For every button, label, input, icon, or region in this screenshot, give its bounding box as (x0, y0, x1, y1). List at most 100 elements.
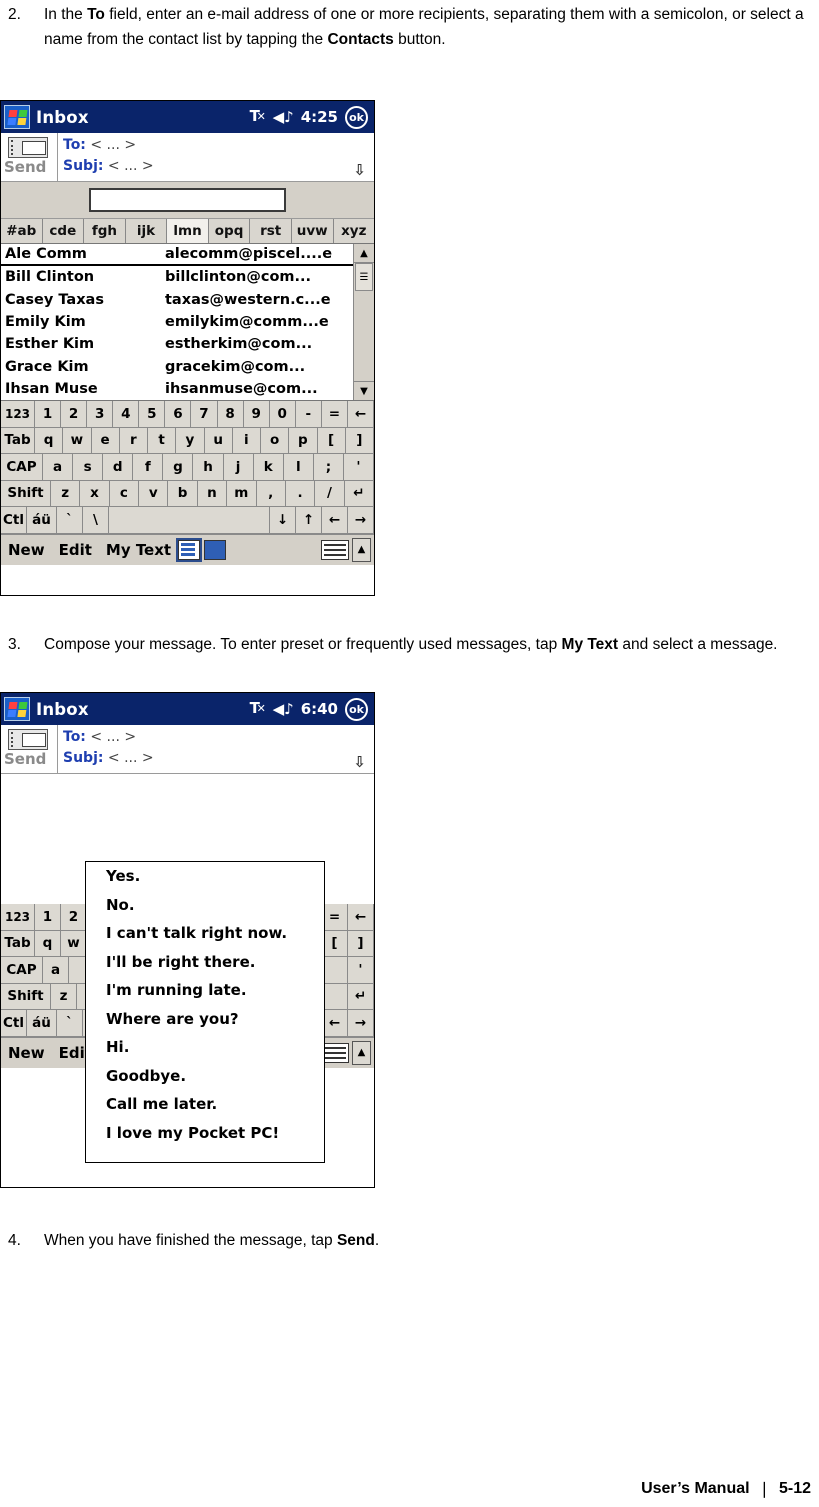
scrollbar-thumb[interactable]: ☰ (355, 263, 373, 291)
key-q[interactable]: q (35, 427, 64, 453)
chevron-double-down-icon[interactable]: ⇩ (353, 161, 366, 179)
key-k[interactable]: k (253, 454, 284, 480)
contact-row[interactable]: Imran Commu imran@communi... e (1, 400, 374, 401)
key-equals[interactable]: = (322, 904, 348, 930)
key-ctl[interactable]: Ctl (1, 507, 27, 533)
my-text-item[interactable]: I can't talk right now. (86, 919, 324, 948)
emoticon-icon[interactable] (204, 539, 227, 560)
key-123[interactable]: 123 (1, 904, 35, 930)
key-z[interactable]: z (51, 983, 77, 1009)
titlebar-clock[interactable]: 4:25 (301, 108, 338, 126)
contact-list-scrollbar[interactable]: ▲ ☰ ▼ (353, 244, 374, 400)
my-text-item[interactable]: Call me later. (86, 1090, 324, 1119)
key-backspace[interactable]: ← (348, 904, 374, 930)
key-cap[interactable]: CAP (1, 957, 43, 983)
to-field-row[interactable]: To: < ... > (63, 727, 374, 748)
chevron-up-icon[interactable]: ▲ (352, 537, 371, 562)
key-s[interactable]: s (73, 454, 104, 480)
key-enter[interactable]: ↵ (348, 983, 374, 1009)
key-x[interactable]: x (80, 480, 110, 506)
contact-search-input[interactable] (89, 188, 286, 212)
key-h[interactable]: h (193, 454, 224, 480)
key-8[interactable]: 8 (217, 401, 244, 427)
key-period[interactable]: . (285, 480, 316, 506)
new-button[interactable]: New (1, 535, 52, 565)
key-p[interactable]: p (289, 427, 318, 453)
key-3[interactable]: 3 (87, 401, 114, 427)
key-9[interactable]: 9 (243, 401, 270, 427)
edit-button[interactable]: Edit (52, 535, 99, 565)
key-backspace[interactable]: ← (347, 401, 375, 427)
key-q[interactable]: q (35, 930, 61, 956)
keyboard-icon[interactable] (321, 539, 349, 560)
contact-row[interactable]: Ihsan Muse ihsanmuse@com... e (1, 378, 374, 400)
ok-button[interactable]: ok (345, 697, 368, 721)
my-text-item[interactable]: Hi. (86, 1033, 324, 1062)
key-z[interactable]: z (51, 480, 81, 506)
chevron-up-icon[interactable]: ▲ (352, 1040, 371, 1065)
key-minus[interactable]: - (295, 401, 322, 427)
speaker-icon[interactable]: ◀♪ (273, 701, 294, 717)
alpha-tab-opq[interactable]: opq (208, 219, 251, 243)
alpha-tab-cde[interactable]: cde (42, 219, 85, 243)
key-apostrophe[interactable]: ' (348, 957, 374, 983)
titlebar-clock[interactable]: 6:40 (301, 700, 338, 718)
key-y[interactable]: y (176, 427, 205, 453)
key-w[interactable]: w (61, 930, 87, 956)
key-n[interactable]: n (197, 480, 228, 506)
my-text-item[interactable]: Goodbye. (86, 1062, 324, 1091)
alpha-tab-ab[interactable]: #ab (1, 219, 43, 243)
my-text-item[interactable]: Where are you? (86, 1005, 324, 1034)
key-a[interactable]: a (43, 957, 69, 983)
key-tab[interactable]: Tab (1, 930, 35, 956)
key-backtick[interactable]: ` (57, 507, 83, 533)
key-6[interactable]: 6 (165, 401, 192, 427)
key-b[interactable]: b (168, 480, 198, 506)
key-5[interactable]: 5 (139, 401, 166, 427)
key-bracket-right[interactable]: ] (348, 930, 374, 956)
key-i[interactable]: i (232, 427, 261, 453)
key-bracket-right[interactable]: ] (345, 427, 374, 453)
key-semicolon[interactable]: ; (313, 454, 344, 480)
text-entry-panel-icon[interactable] (176, 537, 203, 562)
my-text-item[interactable]: I love my Pocket PC! (86, 1119, 324, 1148)
key-equals[interactable]: = (321, 401, 348, 427)
key-2[interactable]: 2 (61, 904, 87, 930)
key-f[interactable]: f (133, 454, 164, 480)
contact-row[interactable]: Grace Kim gracekim@com... e (1, 355, 374, 377)
key-1[interactable]: 1 (35, 401, 62, 427)
key-cap[interactable]: CAP (1, 454, 43, 480)
key-ctl[interactable]: Ctl (1, 1010, 27, 1036)
key-backtick[interactable]: ` (57, 1010, 83, 1036)
alpha-tab-ijk[interactable]: ijk (125, 219, 168, 243)
key-shift[interactable]: Shift (1, 480, 51, 506)
scroll-down-button[interactable]: ▼ (354, 381, 374, 400)
contact-list[interactable]: Ale Comm alecomm@piscel....e Bill Clinto… (1, 244, 374, 401)
ok-button[interactable]: ok (345, 105, 368, 129)
key-comma[interactable]: , (256, 480, 286, 506)
my-text-popup-menu[interactable]: Yes. No. I can't talk right now. I'll be… (85, 861, 325, 1163)
key-v[interactable]: v (139, 480, 169, 506)
contact-row[interactable]: Bill Clinton billclinton@com... e (1, 266, 374, 288)
chevron-double-down-icon[interactable]: ⇩ (353, 753, 366, 771)
key-4[interactable]: 4 (113, 401, 140, 427)
alpha-tab-xyz[interactable]: xyz (333, 219, 375, 243)
my-text-item[interactable]: I'm running late. (86, 976, 324, 1005)
key-backslash[interactable]: \ (83, 507, 109, 533)
key-a[interactable]: a (43, 454, 74, 480)
key-arrow-left[interactable]: ← (322, 507, 348, 533)
alpha-tab-rst[interactable]: rst (250, 219, 292, 243)
key-shift[interactable]: Shift (1, 983, 51, 1009)
key-m[interactable]: m (227, 480, 257, 506)
key-bracket-left[interactable]: [ (322, 930, 348, 956)
key-w[interactable]: w (63, 427, 92, 453)
send-button[interactable]: Send (1, 133, 58, 181)
key-o[interactable]: o (261, 427, 290, 453)
key-arrow-right[interactable]: → (348, 1010, 374, 1036)
subject-field-row[interactable]: Subj: < ... > (63, 748, 374, 769)
key-space[interactable] (109, 507, 270, 533)
key-apostrophe[interactable]: ' (343, 454, 375, 480)
my-text-item[interactable]: No. (86, 891, 324, 920)
contact-row[interactable]: Emily Kim emilykim@comm...e (1, 311, 374, 333)
send-button[interactable]: Send (1, 725, 58, 773)
